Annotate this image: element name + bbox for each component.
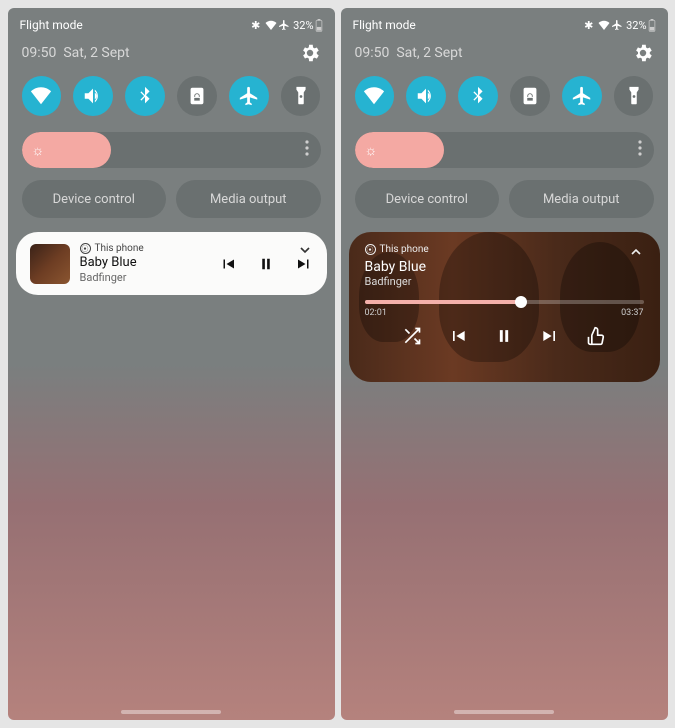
device-control-button[interactable]: Device control [22, 180, 167, 218]
date-text: Sat, 2 Sept [396, 45, 462, 61]
collapse-chevron-icon[interactable] [628, 244, 644, 264]
brightness-slider[interactable]: ☼ [355, 132, 654, 168]
qs-bluetooth[interactable] [458, 76, 498, 116]
flight-mode-label: Flight mode [353, 18, 416, 32]
media-source: ⦿ This phone [80, 243, 209, 254]
battery-icon [315, 19, 323, 32]
media-player-collapsed[interactable]: ⦿ This phone Baby Blue Badfinger [16, 232, 327, 295]
qs-rotation-lock[interactable] [510, 76, 550, 116]
brightness-icon: ☼ [32, 142, 45, 159]
time-text: 09:50 [22, 45, 57, 61]
qs-wifi[interactable] [22, 76, 62, 116]
phone-screenshot-collapsed: Flight mode ✱ 32% 09:50 Sat, 2 Sept ☼ De… [8, 8, 335, 720]
battery-percent: 32% [293, 19, 313, 32]
date-text: Sat, 2 Sept [63, 45, 129, 61]
like-button[interactable] [586, 326, 606, 346]
status-icons: ✱ 32% [584, 19, 655, 32]
pause-button[interactable] [257, 255, 275, 273]
brightness-menu-button[interactable] [638, 140, 642, 160]
battery-percent: 32% [626, 19, 646, 32]
media-artist: Badfinger [365, 275, 644, 288]
wifi-status-icon [261, 19, 264, 32]
flight-mode-label: Flight mode [20, 18, 83, 32]
qs-rotation-lock[interactable] [177, 76, 217, 116]
brightness-menu-button[interactable] [305, 140, 309, 160]
time-text: 09:50 [355, 45, 390, 61]
next-button[interactable] [540, 326, 560, 346]
expand-chevron-icon[interactable] [297, 242, 313, 262]
elapsed-time: 02:01 [365, 308, 387, 318]
media-controls-expanded [365, 326, 644, 346]
media-title: Baby Blue [80, 255, 209, 270]
source-icon: ⦿ [365, 244, 376, 255]
qs-volume[interactable] [73, 76, 113, 116]
pause-button[interactable] [494, 326, 514, 346]
header-row: 09:50 Sat, 2 Sept [341, 36, 668, 76]
shuffle-button[interactable] [402, 326, 422, 346]
previous-button[interactable] [219, 255, 237, 273]
total-time: 03:37 [621, 308, 643, 318]
status-bar: Flight mode ✱ 32% [8, 8, 335, 36]
qs-airplane[interactable] [562, 76, 602, 116]
media-source-label: This phone [95, 243, 144, 254]
media-output-button[interactable]: Media output [509, 180, 654, 218]
settings-button[interactable] [632, 42, 654, 64]
qs-volume[interactable] [406, 76, 446, 116]
bluetooth-status-icon: ✱ [584, 19, 593, 32]
header-row: 09:50 Sat, 2 Sept [8, 36, 335, 76]
qs-bluetooth[interactable] [125, 76, 165, 116]
quick-settings-row [8, 76, 335, 116]
bluetooth-status-icon: ✱ [251, 19, 260, 32]
quick-settings-row [341, 76, 668, 116]
media-title: Baby Blue [365, 259, 644, 275]
media-source-label: This phone [380, 244, 429, 255]
media-player-expanded[interactable]: ⦿ This phone Baby Blue Badfinger 02:01 0… [349, 232, 660, 382]
status-bar: Flight mode ✱ 32% [341, 8, 668, 36]
phone-screenshot-expanded: Flight mode ✱ 32% 09:50 Sat, 2 Sept ☼ De… [341, 8, 668, 720]
media-info: ⦿ This phone Baby Blue Badfinger [80, 243, 209, 284]
airplane-status-icon [611, 19, 623, 31]
time-date: 09:50 Sat, 2 Sept [355, 45, 463, 61]
time-date: 09:50 Sat, 2 Sept [22, 45, 130, 61]
media-output-button[interactable]: Media output [176, 180, 321, 218]
shortcut-buttons: Device control Media output [8, 180, 335, 218]
settings-button[interactable] [299, 42, 321, 64]
qs-wifi[interactable] [355, 76, 395, 116]
device-control-button[interactable]: Device control [355, 180, 500, 218]
home-indicator[interactable] [454, 710, 554, 714]
shortcut-buttons: Device control Media output [341, 180, 668, 218]
airplane-status-icon [278, 19, 290, 31]
qs-flashlight[interactable] [614, 76, 654, 116]
battery-icon [648, 19, 656, 32]
wifi-status-icon [598, 20, 610, 30]
media-artist: Badfinger [80, 271, 209, 284]
media-source: ⦿ This phone [365, 244, 644, 255]
status-icons: ✱ 32% [251, 19, 322, 32]
album-art [30, 244, 70, 284]
previous-button[interactable] [448, 326, 468, 346]
brightness-slider[interactable]: ☼ [22, 132, 321, 168]
progress-bar[interactable]: 02:01 03:37 [365, 300, 644, 318]
qs-airplane[interactable] [229, 76, 269, 116]
qs-flashlight[interactable] [281, 76, 321, 116]
brightness-icon: ☼ [365, 142, 378, 159]
home-indicator[interactable] [121, 710, 221, 714]
source-icon: ⦿ [80, 243, 91, 254]
wifi-status-icon-svg [265, 20, 277, 30]
